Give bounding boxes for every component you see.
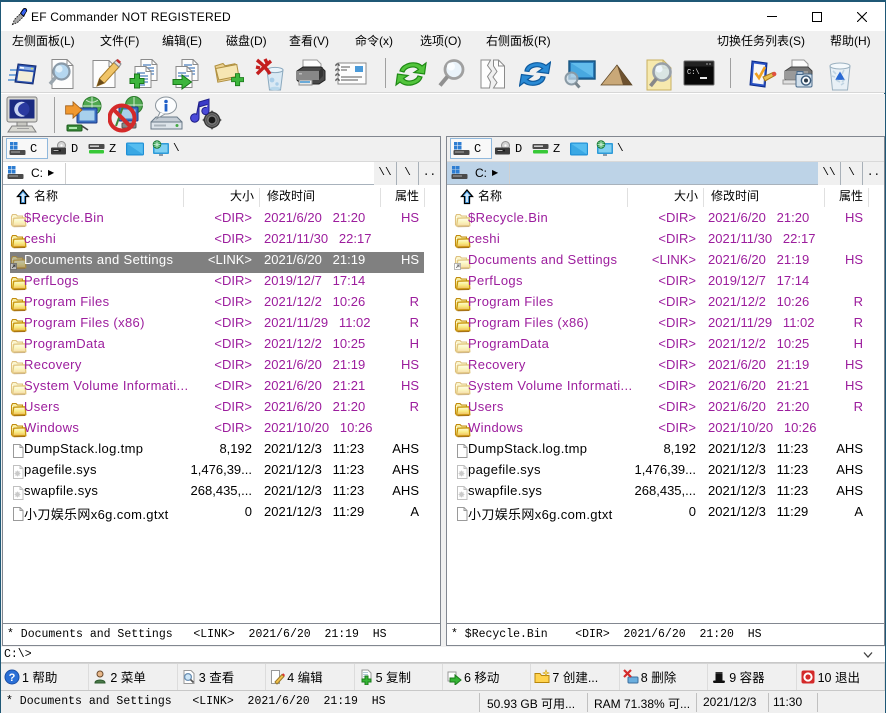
svg-text:?: ?	[9, 672, 16, 684]
svg-text:C:\: C:\	[687, 69, 700, 77]
